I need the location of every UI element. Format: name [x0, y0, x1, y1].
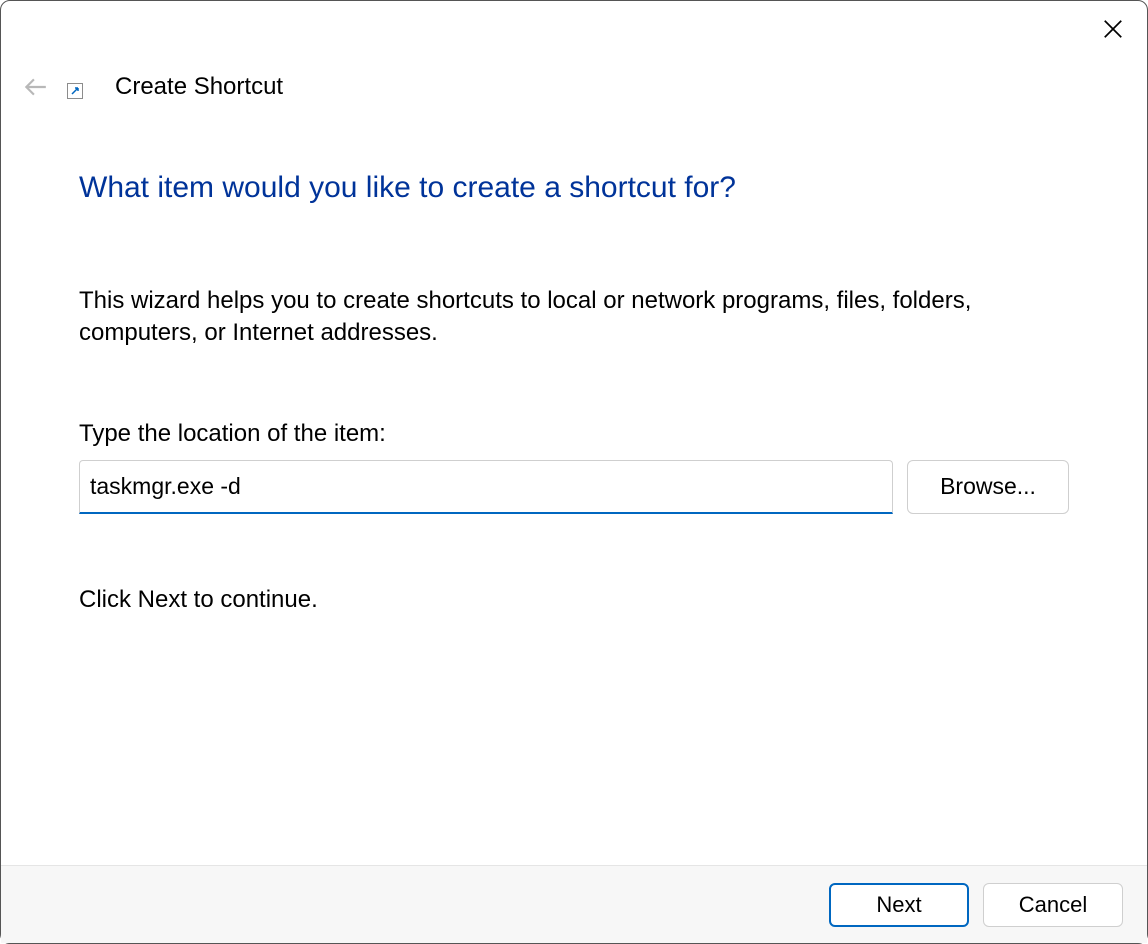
wizard-hint: Click Next to continue.	[79, 586, 1069, 614]
wizard-heading: What item would you like to create a sho…	[79, 171, 1069, 205]
header-row: Create Shortcut	[21, 73, 283, 101]
browse-button[interactable]: Browse...	[907, 460, 1069, 514]
close-icon	[1102, 18, 1124, 40]
next-button[interactable]: Next	[829, 883, 969, 927]
wizard-content: What item would you like to create a sho…	[79, 171, 1069, 614]
location-input[interactable]	[79, 460, 893, 514]
location-input-row: Browse...	[79, 460, 1069, 514]
location-label: Type the location of the item:	[79, 420, 1069, 448]
cancel-button[interactable]: Cancel	[983, 883, 1123, 927]
back-arrow-icon	[22, 74, 48, 100]
window-title: Create Shortcut	[115, 73, 283, 101]
footer: Next Cancel	[1, 865, 1147, 943]
shortcut-icon	[67, 75, 91, 99]
back-button	[21, 73, 49, 101]
titlebar	[1079, 1, 1147, 57]
shortcut-arrow-icon	[70, 86, 80, 96]
wizard-description: This wizard helps you to create shortcut…	[79, 285, 1019, 350]
close-button[interactable]	[1095, 11, 1131, 47]
